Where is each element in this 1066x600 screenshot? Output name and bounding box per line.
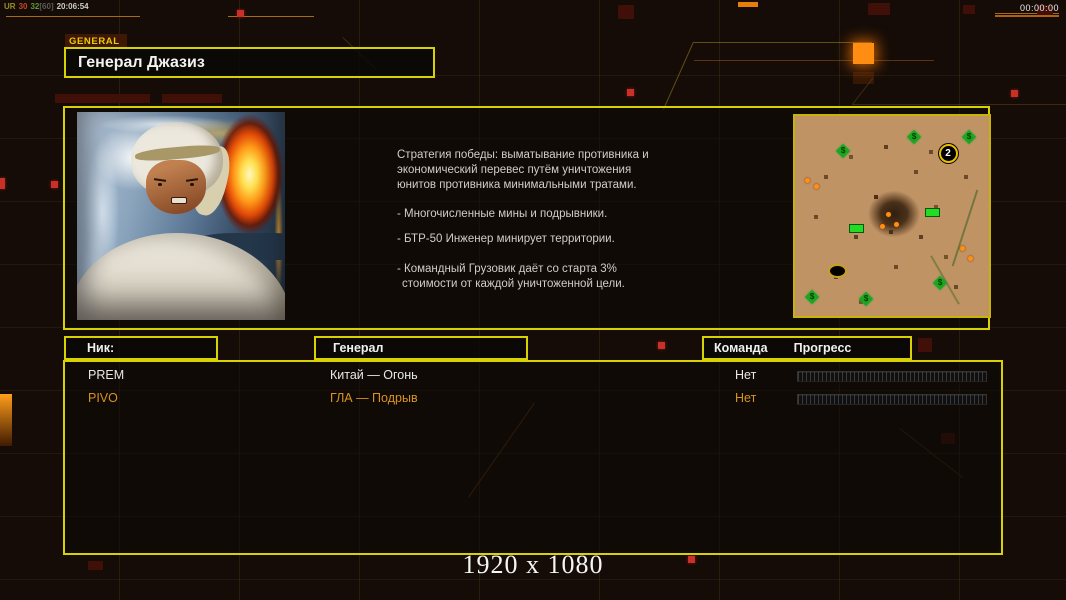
- header-label: Команда: [714, 341, 768, 355]
- player-progress-bar: [797, 394, 987, 405]
- supply-dollar-icon: $: [840, 145, 845, 155]
- fps-value: 30: [18, 2, 28, 11]
- player-progress-bar: [797, 371, 987, 382]
- player-row: PIVO ГЛА — Подрыв Нет: [65, 388, 1001, 408]
- lobby-screen: { "colors": { "accent_yellow": "#d8d204"…: [0, 0, 1066, 600]
- bullet-line: - БТР-50 Инженер минирует территории.: [397, 233, 615, 245]
- strategy-line: Стратегия победы: выматывание противника…: [397, 149, 649, 161]
- strategy-line: экономический перевес путём уничтожения: [397, 164, 632, 176]
- deco-square: [1011, 90, 1018, 97]
- supply-dollar-icon: $: [809, 291, 814, 301]
- deco-glow-reflection: [853, 72, 874, 84]
- map-marker-supply: $: [932, 275, 947, 291]
- map-marker-supply: $: [804, 289, 819, 305]
- map-marker-supply: $: [835, 143, 850, 159]
- deco-square: [55, 94, 150, 103]
- player-team: Нет: [735, 391, 757, 405]
- map-marker-supply: $: [907, 129, 922, 145]
- timer-underline: [995, 15, 1059, 17]
- column-header-nick: Ник:: [64, 336, 218, 360]
- deco-glow-square: [853, 43, 874, 64]
- header-label: Генерал: [333, 341, 384, 355]
- supply-dollar-icon: $: [863, 293, 869, 303]
- supply-dollar-icon: $: [912, 131, 917, 141]
- fps-label: UR: [4, 2, 16, 11]
- map-marker-oil: [967, 256, 973, 261]
- strategy-bullet: - БТР-50 Инженер минирует территории.: [397, 232, 807, 247]
- header-label: Ник:: [87, 341, 115, 355]
- map-marker-hole: [827, 264, 847, 278]
- clock-left: 20:06:54: [56, 2, 89, 11]
- map-marker-supply: $: [858, 291, 874, 307]
- player-row: PREM Китай — Огонь Нет: [65, 365, 1001, 385]
- map-marker-oil: [893, 222, 899, 227]
- strategy-bullet: - Командный Грузовик даёт со старта 3% с…: [397, 262, 807, 292]
- map-marker-tech: [924, 208, 940, 217]
- deco-square: [918, 338, 932, 352]
- supply-dollar-icon: $: [937, 277, 942, 287]
- player-nick: PREM: [88, 368, 125, 382]
- general-info-panel: Стратегия победы: выматывание противника…: [63, 106, 991, 330]
- map-marker-oil: [886, 212, 892, 217]
- bullet-line: стоимости от каждой уничтоженной цели.: [402, 278, 625, 290]
- player-rows: PREM Китай — Огонь Нет PIVO ГЛА — Подрыв…: [65, 362, 1001, 553]
- fps-overlay: UR 30 32[60] 20:06:54: [4, 2, 92, 11]
- deco-square: [868, 3, 890, 15]
- tab-general[interactable]: GENERAL: [65, 34, 127, 48]
- general-title-box: Генерал Джазиз: [64, 47, 435, 78]
- players-panel: PREM Китай — Огонь Нет PIVO ГЛА — Подрыв…: [63, 360, 1003, 555]
- deco-square: [0, 178, 5, 189]
- map-marker-tech: [849, 224, 865, 233]
- deco-line: [6, 16, 140, 17]
- player-nick: PIVO: [88, 391, 118, 405]
- map-preview: $ $ $ $ $ $2: [793, 114, 991, 318]
- fps-cap: [60]: [39, 2, 54, 11]
- circuit-trace: [694, 60, 934, 61]
- map-marker-oil: [804, 178, 810, 183]
- timer: 00:00:00: [1019, 3, 1059, 13]
- deco-square: [162, 94, 222, 103]
- deco-square: [237, 10, 244, 17]
- general-portrait-image: [77, 112, 285, 320]
- header-label: Прогресс: [793, 341, 852, 355]
- page-title: Генерал Джазиз: [78, 54, 205, 71]
- strategy-paragraph: Стратегия победы: выматывание противника…: [397, 148, 807, 193]
- column-header-general: Генерал: [314, 336, 528, 360]
- map-marker-oil: [959, 246, 965, 251]
- player-general: Китай — Огонь: [330, 368, 418, 382]
- deco-square: [51, 181, 58, 188]
- bullet-line: - Командный Грузовик даёт со старта 3%: [397, 263, 617, 275]
- deco-square: [658, 342, 665, 349]
- portrait-vignette: [77, 112, 285, 320]
- supply-dollar-icon: $: [966, 131, 971, 141]
- map-marker-oil: [814, 184, 820, 189]
- map-marker-oil: [880, 224, 886, 229]
- map-markers: $ $ $ $ $ $2: [795, 116, 989, 316]
- deco-square: [627, 89, 634, 96]
- deco-dash: [738, 2, 758, 7]
- column-header-team-progress: Команда Прогресс: [702, 336, 912, 360]
- deco-square: [963, 5, 975, 14]
- deco-gradient-bar: [0, 394, 12, 446]
- strategy-bullet: - Многочисленные мины и подрывники.: [397, 207, 807, 222]
- map-marker-supply: $: [961, 129, 976, 145]
- resolution-label: 1920 x 1080: [462, 550, 604, 579]
- map-marker-start: 2: [938, 144, 958, 163]
- bullet-line: - Многочисленные мины и подрывники.: [397, 208, 608, 220]
- player-team: Нет: [735, 368, 757, 382]
- circuit-trace: [852, 104, 1066, 105]
- strategy-line: юнитов противника минимальными тратами.: [397, 179, 637, 191]
- player-general: ГЛА — Подрыв: [330, 391, 418, 405]
- deco-square: [618, 5, 634, 19]
- circuit-trace: [694, 42, 872, 43]
